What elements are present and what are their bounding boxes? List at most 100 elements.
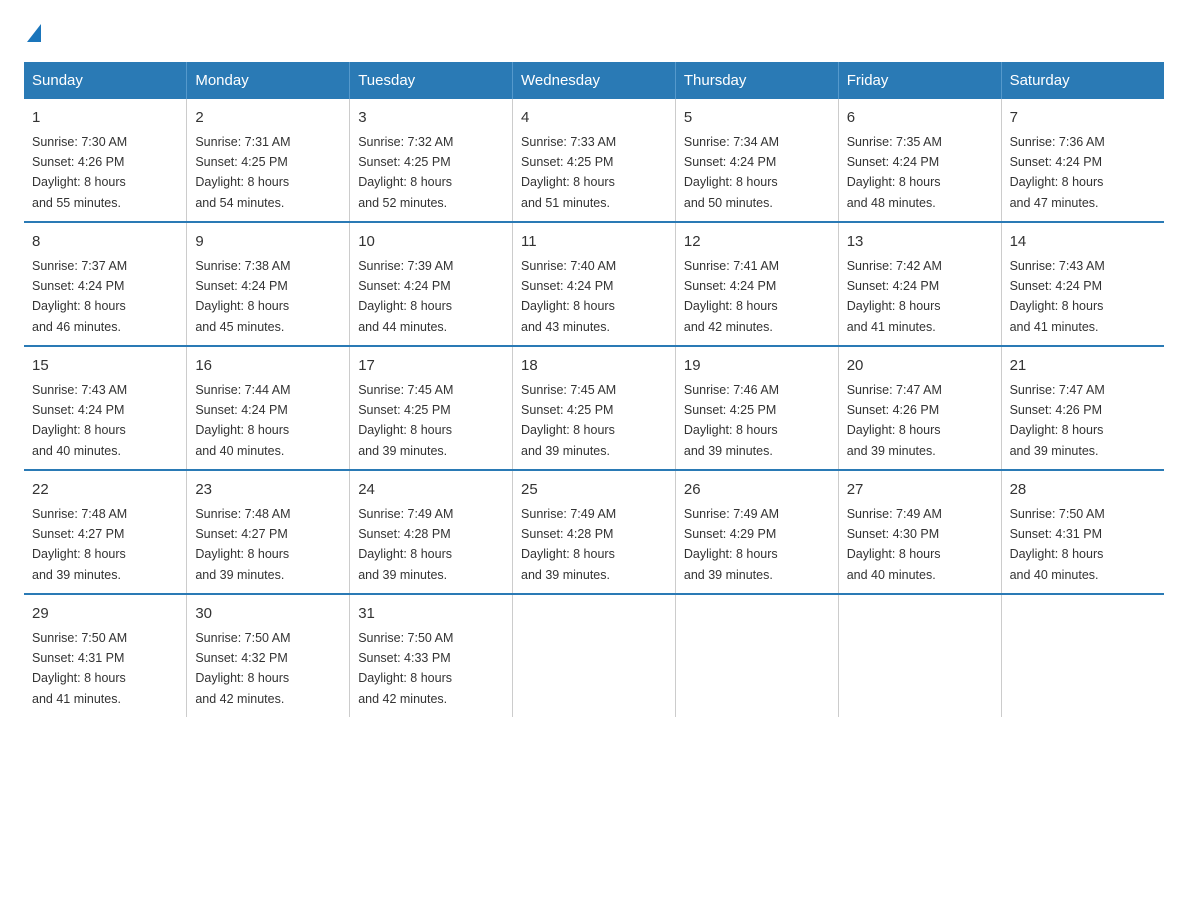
day-number: 23 [195,479,341,502]
day-info: Sunrise: 7:41 AMSunset: 4:24 PMDaylight:… [684,259,779,334]
calendar-cell: 16 Sunrise: 7:44 AMSunset: 4:24 PMDaylig… [187,346,350,470]
day-number: 31 [358,603,504,626]
day-number: 19 [684,355,830,378]
logo-arrow-icon [27,24,41,42]
day-number: 21 [1010,355,1156,378]
day-number: 3 [358,107,504,130]
day-info: Sunrise: 7:50 AMSunset: 4:31 PMDaylight:… [1010,507,1105,582]
week-row-2: 8 Sunrise: 7:37 AMSunset: 4:24 PMDayligh… [24,222,1164,346]
calendar-cell: 28 Sunrise: 7:50 AMSunset: 4:31 PMDaylig… [1001,470,1164,594]
calendar-cell: 19 Sunrise: 7:46 AMSunset: 4:25 PMDaylig… [675,346,838,470]
day-info: Sunrise: 7:45 AMSunset: 4:25 PMDaylight:… [358,383,453,458]
calendar-cell: 15 Sunrise: 7:43 AMSunset: 4:24 PMDaylig… [24,346,187,470]
calendar-cell: 7 Sunrise: 7:36 AMSunset: 4:24 PMDayligh… [1001,99,1164,222]
day-info: Sunrise: 7:46 AMSunset: 4:25 PMDaylight:… [684,383,779,458]
logo [24,24,41,42]
day-info: Sunrise: 7:48 AMSunset: 4:27 PMDaylight:… [32,507,127,582]
day-number: 16 [195,355,341,378]
calendar-cell: 2 Sunrise: 7:31 AMSunset: 4:25 PMDayligh… [187,99,350,222]
day-number: 12 [684,231,830,254]
calendar-cell: 11 Sunrise: 7:40 AMSunset: 4:24 PMDaylig… [513,222,676,346]
calendar-cell: 21 Sunrise: 7:47 AMSunset: 4:26 PMDaylig… [1001,346,1164,470]
calendar-cell: 10 Sunrise: 7:39 AMSunset: 4:24 PMDaylig… [350,222,513,346]
day-info: Sunrise: 7:49 AMSunset: 4:30 PMDaylight:… [847,507,942,582]
day-number: 1 [32,107,178,130]
calendar-cell: 3 Sunrise: 7:32 AMSunset: 4:25 PMDayligh… [350,99,513,222]
calendar-cell: 4 Sunrise: 7:33 AMSunset: 4:25 PMDayligh… [513,99,676,222]
day-number: 14 [1010,231,1156,254]
calendar-cell: 26 Sunrise: 7:49 AMSunset: 4:29 PMDaylig… [675,470,838,594]
day-info: Sunrise: 7:47 AMSunset: 4:26 PMDaylight:… [1010,383,1105,458]
calendar-cell [1001,594,1164,717]
day-number: 4 [521,107,667,130]
column-header-wednesday: Wednesday [513,62,676,99]
calendar-cell: 1 Sunrise: 7:30 AMSunset: 4:26 PMDayligh… [24,99,187,222]
day-number: 8 [32,231,178,254]
calendar-cell: 12 Sunrise: 7:41 AMSunset: 4:24 PMDaylig… [675,222,838,346]
day-info: Sunrise: 7:47 AMSunset: 4:26 PMDaylight:… [847,383,942,458]
calendar-cell: 6 Sunrise: 7:35 AMSunset: 4:24 PMDayligh… [838,99,1001,222]
calendar-cell: 30 Sunrise: 7:50 AMSunset: 4:32 PMDaylig… [187,594,350,717]
calendar-cell: 18 Sunrise: 7:45 AMSunset: 4:25 PMDaylig… [513,346,676,470]
day-info: Sunrise: 7:35 AMSunset: 4:24 PMDaylight:… [847,135,942,210]
week-row-3: 15 Sunrise: 7:43 AMSunset: 4:24 PMDaylig… [24,346,1164,470]
day-number: 7 [1010,107,1156,130]
week-row-5: 29 Sunrise: 7:50 AMSunset: 4:31 PMDaylig… [24,594,1164,717]
day-number: 25 [521,479,667,502]
day-number: 24 [358,479,504,502]
calendar-cell: 22 Sunrise: 7:48 AMSunset: 4:27 PMDaylig… [24,470,187,594]
calendar-cell: 8 Sunrise: 7:37 AMSunset: 4:24 PMDayligh… [24,222,187,346]
column-header-tuesday: Tuesday [350,62,513,99]
day-info: Sunrise: 7:50 AMSunset: 4:33 PMDaylight:… [358,631,453,706]
calendar-table: SundayMondayTuesdayWednesdayThursdayFrid… [24,62,1164,717]
day-number: 6 [847,107,993,130]
day-info: Sunrise: 7:49 AMSunset: 4:28 PMDaylight:… [521,507,616,582]
calendar-cell [513,594,676,717]
day-info: Sunrise: 7:38 AMSunset: 4:24 PMDaylight:… [195,259,290,334]
calendar-cell: 27 Sunrise: 7:49 AMSunset: 4:30 PMDaylig… [838,470,1001,594]
day-info: Sunrise: 7:40 AMSunset: 4:24 PMDaylight:… [521,259,616,334]
page-header [24,24,1164,42]
calendar-cell: 25 Sunrise: 7:49 AMSunset: 4:28 PMDaylig… [513,470,676,594]
calendar-cell [838,594,1001,717]
calendar-header-row: SundayMondayTuesdayWednesdayThursdayFrid… [24,62,1164,99]
column-header-monday: Monday [187,62,350,99]
day-number: 30 [195,603,341,626]
day-info: Sunrise: 7:50 AMSunset: 4:32 PMDaylight:… [195,631,290,706]
column-header-saturday: Saturday [1001,62,1164,99]
day-info: Sunrise: 7:34 AMSunset: 4:24 PMDaylight:… [684,135,779,210]
day-info: Sunrise: 7:48 AMSunset: 4:27 PMDaylight:… [195,507,290,582]
calendar-cell: 31 Sunrise: 7:50 AMSunset: 4:33 PMDaylig… [350,594,513,717]
column-header-thursday: Thursday [675,62,838,99]
day-info: Sunrise: 7:37 AMSunset: 4:24 PMDaylight:… [32,259,127,334]
column-header-sunday: Sunday [24,62,187,99]
calendar-cell: 5 Sunrise: 7:34 AMSunset: 4:24 PMDayligh… [675,99,838,222]
day-number: 29 [32,603,178,626]
day-number: 5 [684,107,830,130]
day-info: Sunrise: 7:43 AMSunset: 4:24 PMDaylight:… [1010,259,1105,334]
day-info: Sunrise: 7:49 AMSunset: 4:28 PMDaylight:… [358,507,453,582]
day-number: 9 [195,231,341,254]
day-number: 15 [32,355,178,378]
calendar-cell: 24 Sunrise: 7:49 AMSunset: 4:28 PMDaylig… [350,470,513,594]
day-info: Sunrise: 7:33 AMSunset: 4:25 PMDaylight:… [521,135,616,210]
calendar-cell: 9 Sunrise: 7:38 AMSunset: 4:24 PMDayligh… [187,222,350,346]
day-info: Sunrise: 7:49 AMSunset: 4:29 PMDaylight:… [684,507,779,582]
day-info: Sunrise: 7:32 AMSunset: 4:25 PMDaylight:… [358,135,453,210]
calendar-cell: 17 Sunrise: 7:45 AMSunset: 4:25 PMDaylig… [350,346,513,470]
day-info: Sunrise: 7:43 AMSunset: 4:24 PMDaylight:… [32,383,127,458]
day-number: 27 [847,479,993,502]
week-row-1: 1 Sunrise: 7:30 AMSunset: 4:26 PMDayligh… [24,99,1164,222]
calendar-cell [675,594,838,717]
calendar-cell: 23 Sunrise: 7:48 AMSunset: 4:27 PMDaylig… [187,470,350,594]
day-number: 2 [195,107,341,130]
day-info: Sunrise: 7:39 AMSunset: 4:24 PMDaylight:… [358,259,453,334]
day-info: Sunrise: 7:50 AMSunset: 4:31 PMDaylight:… [32,631,127,706]
day-number: 11 [521,231,667,254]
day-number: 10 [358,231,504,254]
day-number: 18 [521,355,667,378]
calendar-cell: 14 Sunrise: 7:43 AMSunset: 4:24 PMDaylig… [1001,222,1164,346]
day-number: 26 [684,479,830,502]
calendar-cell: 20 Sunrise: 7:47 AMSunset: 4:26 PMDaylig… [838,346,1001,470]
day-info: Sunrise: 7:36 AMSunset: 4:24 PMDaylight:… [1010,135,1105,210]
